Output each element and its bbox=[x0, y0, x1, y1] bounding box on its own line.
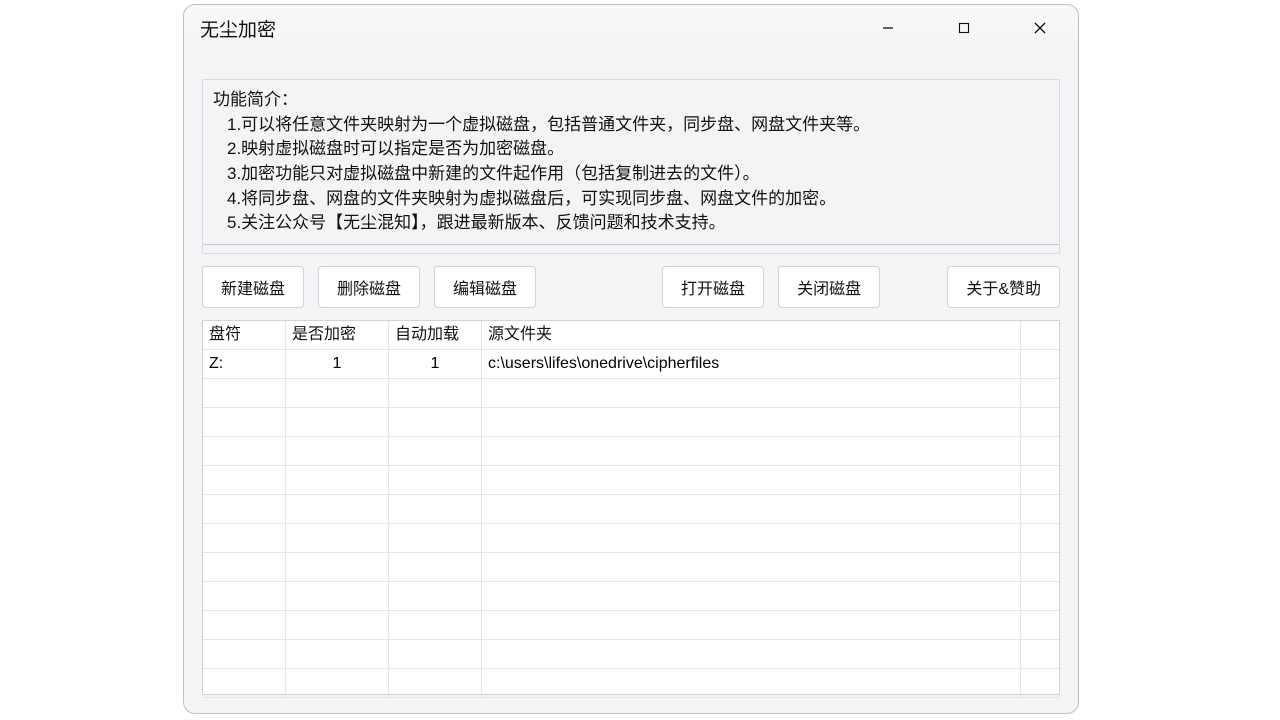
intro-line: 5.关注公众号【无尘混知】，跟进最新版本、反馈问题和技术支持。 bbox=[213, 211, 1049, 236]
table-row[interactable]: Z: 1 1 c:\users\lifes\onedrive\cipherfil… bbox=[203, 350, 1059, 379]
table-row bbox=[203, 582, 1059, 611]
cell-source: c:\users\lifes\onedrive\cipherfiles bbox=[482, 350, 1021, 378]
table-row bbox=[203, 466, 1059, 495]
table-row bbox=[203, 640, 1059, 669]
grid-header: 盘符 是否加密 自动加载 源文件夹 bbox=[203, 321, 1059, 350]
table-row bbox=[203, 611, 1059, 640]
intro-line: 3.加密功能只对虚拟磁盘中新建的文件起作用（包括复制进去的文件）。 bbox=[213, 162, 1049, 187]
maximize-button[interactable] bbox=[950, 14, 978, 42]
cell-autoload: 1 bbox=[389, 350, 482, 378]
close-icon bbox=[1033, 21, 1047, 35]
close-disk-button[interactable]: 关闭磁盘 bbox=[778, 266, 880, 308]
client-area: 功能简介： 1.可以将任意文件夹映射为一个虚拟磁盘，包括普通文件夹，同步盘、网盘… bbox=[184, 51, 1078, 713]
table-row bbox=[203, 524, 1059, 553]
col-header-autoload[interactable]: 自动加载 bbox=[389, 321, 482, 349]
intro-heading: 功能简介： bbox=[213, 88, 1049, 113]
cell-encrypted: 1 bbox=[286, 350, 389, 378]
intro-line: 2.映射虚拟磁盘时可以指定是否为加密磁盘。 bbox=[213, 137, 1049, 162]
open-disk-button[interactable]: 打开磁盘 bbox=[662, 266, 764, 308]
delete-disk-button[interactable]: 删除磁盘 bbox=[318, 266, 420, 308]
table-row bbox=[203, 669, 1059, 698]
cell-spacer bbox=[1021, 350, 1059, 378]
disk-grid: 盘符 是否加密 自动加载 源文件夹 Z: 1 1 c:\users\lifes\… bbox=[202, 320, 1060, 695]
intro-line: 1.可以将任意文件夹映射为一个虚拟磁盘，包括普通文件夹，同步盘、网盘文件夹等。 bbox=[213, 113, 1049, 138]
minimize-button[interactable] bbox=[874, 14, 902, 42]
intro-panel: 功能简介： 1.可以将任意文件夹映射为一个虚拟磁盘，包括普通文件夹，同步盘、网盘… bbox=[202, 79, 1060, 254]
table-row bbox=[203, 437, 1059, 466]
col-header-encrypted[interactable]: 是否加密 bbox=[286, 321, 389, 349]
toolbar: 新建磁盘 删除磁盘 编辑磁盘 打开磁盘 关闭磁盘 关于&赞助 bbox=[202, 266, 1060, 308]
table-row bbox=[203, 553, 1059, 582]
minimize-icon bbox=[882, 22, 894, 34]
close-button[interactable] bbox=[1026, 14, 1054, 42]
col-header-spacer bbox=[1021, 321, 1059, 349]
titlebar: 无尘加密 bbox=[184, 5, 1078, 51]
app-window: 无尘加密 功能简介： 1.可以将任意文件 bbox=[183, 4, 1079, 714]
maximize-icon bbox=[958, 22, 970, 34]
intro-line: 4.将同步盘、网盘的文件夹映射为虚拟磁盘后，可实现同步盘、网盘文件的加密。 bbox=[213, 187, 1049, 212]
table-row bbox=[203, 408, 1059, 437]
col-header-drive[interactable]: 盘符 bbox=[203, 321, 286, 349]
cell-drive: Z: bbox=[203, 350, 286, 378]
window-title: 无尘加密 bbox=[200, 15, 276, 42]
window-controls bbox=[874, 14, 1066, 42]
table-row bbox=[203, 495, 1059, 524]
about-button[interactable]: 关于&赞助 bbox=[947, 266, 1060, 308]
edit-disk-button[interactable]: 编辑磁盘 bbox=[434, 266, 536, 308]
intro-divider bbox=[203, 244, 1059, 245]
new-disk-button[interactable]: 新建磁盘 bbox=[202, 266, 304, 308]
col-header-source[interactable]: 源文件夹 bbox=[482, 321, 1021, 349]
table-row bbox=[203, 379, 1059, 408]
grid-body: Z: 1 1 c:\users\lifes\onedrive\cipherfil… bbox=[203, 350, 1059, 698]
